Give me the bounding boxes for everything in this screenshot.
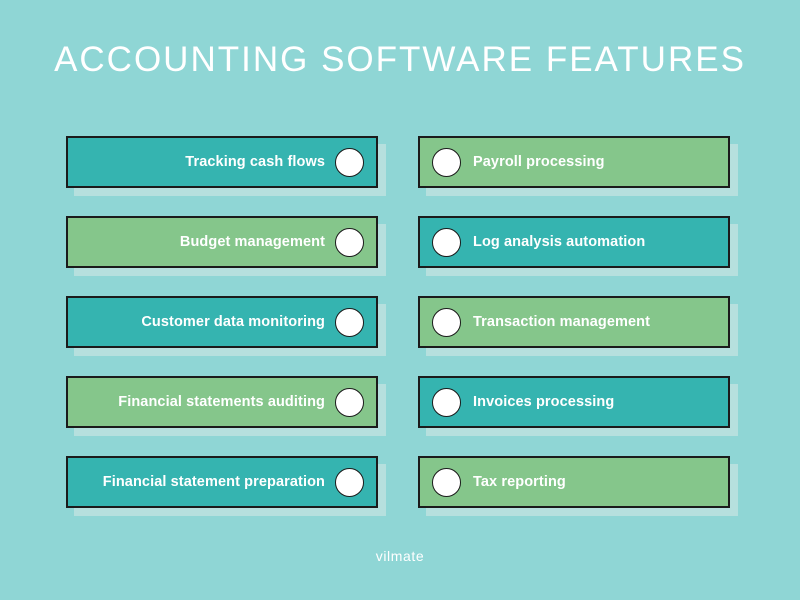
feature-card-right-3[interactable]: Transaction management [418, 296, 738, 356]
feature-label: Budget management [179, 234, 325, 250]
bullet-circle-icon [335, 147, 364, 177]
feature-row: Budget management Log analysis automatio… [66, 216, 738, 296]
feature-row: Financial statements auditing Invoices p… [66, 376, 738, 456]
bullet-circle-icon [335, 467, 364, 497]
feature-card[interactable]: Financial statement preparation [66, 456, 378, 508]
feature-card[interactable]: Tracking cash flows [66, 136, 378, 188]
feature-card-left-4[interactable]: Financial statements auditing [66, 376, 386, 436]
infographic-poster: ACCOUNTING SOFTWARE FEATURES Tracking ca… [0, 0, 800, 600]
page-title: ACCOUNTING SOFTWARE FEATURES [54, 40, 746, 79]
feature-card[interactable]: Budget management [66, 216, 378, 268]
feature-card[interactable]: Log analysis automation [418, 216, 730, 268]
feature-row: Tracking cash flows Payroll processing [66, 136, 738, 216]
feature-card-left-5[interactable]: Financial statement preparation [66, 456, 386, 516]
bullet-circle-icon [432, 227, 461, 257]
feature-card-right-5[interactable]: Tax reporting [418, 456, 738, 516]
feature-row: Financial statement preparation Tax repo… [66, 456, 738, 536]
feature-card-right-2[interactable]: Log analysis automation [418, 216, 738, 276]
feature-row: Customer data monitoring Transaction man… [66, 296, 738, 376]
bullet-circle-icon [335, 307, 364, 337]
feature-card-left-3[interactable]: Customer data monitoring [66, 296, 386, 356]
feature-card[interactable]: Customer data monitoring [66, 296, 378, 348]
feature-card[interactable]: Transaction management [418, 296, 730, 348]
bullet-circle-icon [432, 147, 461, 177]
feature-card[interactable]: Tax reporting [418, 456, 730, 508]
bullet-circle-icon [432, 467, 461, 497]
feature-label: Financial statement preparation [102, 474, 325, 490]
feature-label: Tracking cash flows [185, 154, 325, 170]
feature-card[interactable]: Financial statements auditing [66, 376, 378, 428]
feature-card[interactable]: Payroll processing [418, 136, 730, 188]
feature-card-right-1[interactable]: Payroll processing [418, 136, 738, 196]
feature-card-left-2[interactable]: Budget management [66, 216, 386, 276]
feature-label: Financial statements auditing [118, 394, 325, 410]
features-grid: Tracking cash flows Payroll processing B… [66, 136, 738, 516]
feature-card-left-1[interactable]: Tracking cash flows [66, 136, 386, 196]
feature-label: Customer data monitoring [141, 314, 325, 330]
brand-footer: vilmate [375, 548, 425, 564]
bullet-circle-icon [432, 387, 461, 417]
bullet-circle-icon [335, 387, 364, 417]
feature-label: Transaction management [473, 314, 651, 330]
bullet-circle-icon [432, 307, 461, 337]
feature-card[interactable]: Invoices processing [418, 376, 730, 428]
feature-label: Log analysis automation [473, 234, 646, 250]
bullet-circle-icon [335, 227, 364, 257]
feature-card-right-4[interactable]: Invoices processing [418, 376, 738, 436]
feature-label: Payroll processing [473, 154, 605, 170]
feature-label: Tax reporting [473, 474, 566, 490]
feature-label: Invoices processing [473, 394, 615, 410]
